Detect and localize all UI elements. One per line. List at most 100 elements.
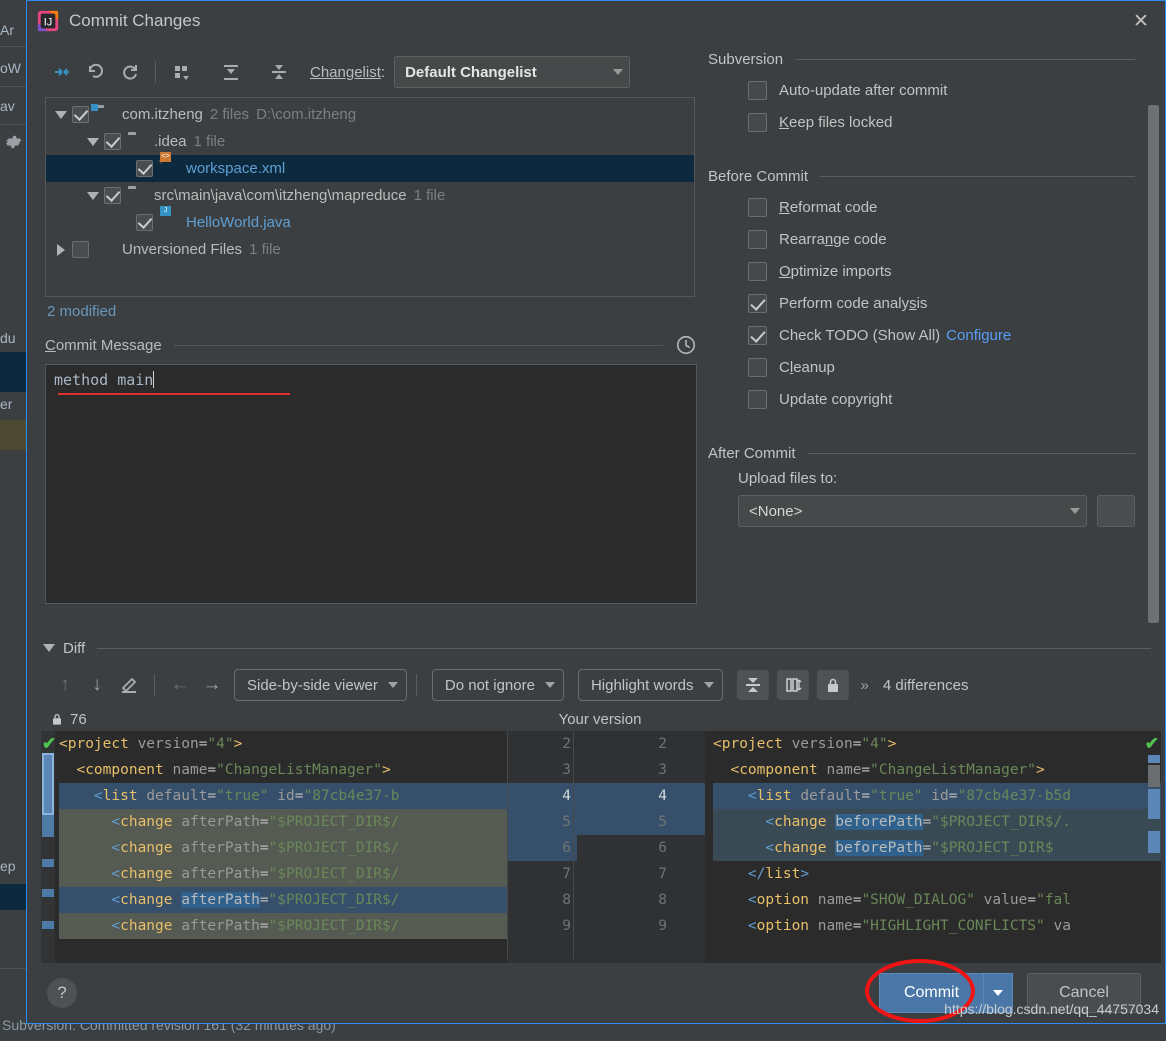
chevron-double-right-icon[interactable]: » <box>861 677 869 694</box>
tree-row-checkbox[interactable] <box>136 214 153 231</box>
divider <box>173 344 663 346</box>
changes-tree[interactable]: com.itzheng 2 files D:\com.itzheng .idea 1 f… <box>45 97 695 297</box>
ide-left-edge: Ar oW av du er ep <box>0 0 26 1041</box>
tree-row-checkbox[interactable] <box>72 241 89 258</box>
option-row[interactable]: Keep files locked <box>708 106 1135 138</box>
option-checkbox[interactable] <box>748 261 767 281</box>
arrow-down-icon[interactable]: ↓ <box>81 670 113 700</box>
option-checkbox[interactable] <box>748 197 767 217</box>
bg-highlight <box>0 352 26 392</box>
help-button[interactable]: ? <box>47 978 77 1008</box>
option-row[interactable]: Perform code analysis <box>708 287 1135 319</box>
refresh-icon[interactable] <box>113 56 147 88</box>
tree-row[interactable]: J HelloWorld.java <box>46 205 694 236</box>
commit-message-input[interactable]: method main <box>45 364 697 604</box>
collapse-all-icon[interactable] <box>262 56 296 88</box>
option-row[interactable]: Auto-update after commit <box>708 74 1135 106</box>
diff-header[interactable]: Diff <box>35 633 1165 663</box>
tree-row-label: workspace.xml <box>186 160 286 177</box>
chevron-right-icon[interactable] <box>50 239 72 261</box>
option-row[interactable]: Update copyright <box>708 383 1135 415</box>
after-commit-title: After Commit <box>708 445 796 462</box>
show-diff-icon[interactable] <box>45 56 79 88</box>
upload-config-button[interactable] <box>1096 495 1135 527</box>
diff-code-line: <list default="true" id="87cb4e37-b <box>59 783 507 809</box>
synchronize-scroll-icon[interactable] <box>776 670 809 700</box>
differences-count: 4 differences <box>882 676 969 694</box>
expand-all-icon[interactable] <box>214 56 248 88</box>
option-checkbox[interactable] <box>748 389 767 409</box>
diff-line-number: 5 <box>562 814 571 830</box>
diff-viewer[interactable]: <project version="4"> <component name="C… <box>41 731 1161 963</box>
clock-history-icon[interactable] <box>675 334 697 356</box>
red-underline-annotation <box>58 393 290 395</box>
tree-row-file-count: 1 file <box>193 133 226 150</box>
option-row[interactable]: Optimize imports <box>708 255 1135 287</box>
option-checkbox[interactable] <box>748 229 767 249</box>
diff-code-line: <change beforePath="$PROJECT_DIR$/. <box>713 809 1161 835</box>
revert-icon[interactable] <box>79 56 113 88</box>
xml-file-icon: <> <box>160 151 171 162</box>
chevron-down-icon[interactable] <box>82 185 104 207</box>
arrow-left-icon[interactable]: ← <box>164 670 196 700</box>
pencil-icon[interactable] <box>113 670 145 700</box>
diff-toolbar: ↑ ↓ ← → Side-by-side viewer Do not ignor… <box>35 663 1165 707</box>
option-checkbox[interactable] <box>748 293 767 313</box>
options-scrollbar-thumb[interactable] <box>1148 105 1159 623</box>
gear-icon[interactable] <box>2 132 22 152</box>
arrow-right-icon[interactable]: → <box>196 670 228 700</box>
bg-highlight <box>0 420 26 450</box>
chevron-down-icon[interactable] <box>50 104 72 126</box>
divider <box>795 59 1135 60</box>
diff-code-line: <option name="HIGHLIGHT_CONFLICTS" va <box>713 918 1071 934</box>
diff-code-line: <change afterPath="$PROJECT_DIR$/ <box>59 809 507 835</box>
chevron-down-icon <box>703 682 714 688</box>
diff-pane-left[interactable]: <project version="4"> <component name="C… <box>41 731 507 963</box>
diff-line-number: 6 <box>562 840 571 856</box>
option-row[interactable]: Cleanup <box>708 351 1135 383</box>
options-section: Subversion Auto-update after commit Keep f… <box>708 51 1135 138</box>
tree-row-checkbox[interactable] <box>136 160 153 177</box>
option-checkbox[interactable] <box>748 80 767 100</box>
collapse-unchanged-icon[interactable] <box>736 670 769 700</box>
tree-row[interactable]: <> workspace.xml <box>46 151 694 182</box>
diff-pane-right[interactable]: <project version="4"> <component name="C… <box>705 731 1161 963</box>
diff-line-number: 8 <box>562 892 571 908</box>
tree-row[interactable]: src\main\java\com\itzheng\mapreduce 1 fil… <box>46 182 694 209</box>
tree-row-checkbox[interactable] <box>104 187 121 204</box>
arrow-up-icon[interactable]: ↑ <box>49 670 81 700</box>
configure-link[interactable]: Configure <box>946 327 1011 344</box>
tree-row[interactable]: .idea 1 file <box>46 128 694 155</box>
group-by-icon[interactable] <box>164 56 198 88</box>
viewer-mode-dropdown[interactable]: Side-by-side viewer <box>234 669 407 701</box>
option-row[interactable]: Reformat code <box>708 191 1135 223</box>
options-scrollbar[interactable] <box>1148 73 1162 623</box>
right-version-header: Your version <box>558 710 642 728</box>
diff-code-line: <change afterPath="$PROJECT_DIR$/ <box>59 835 507 861</box>
changelist-dropdown[interactable]: Default Changelist <box>394 56 631 88</box>
option-label: Reformat code <box>779 198 878 216</box>
diff-code-line: <change beforePath="$PROJECT_DIR$ <box>713 835 1161 861</box>
tree-row-checkbox[interactable] <box>104 133 121 150</box>
lock-icon[interactable] <box>816 670 849 700</box>
option-row[interactable]: Rearrange code <box>708 223 1135 255</box>
divider <box>415 674 417 696</box>
bg-text-fragment: oW <box>0 60 21 76</box>
whitespace-dropdown[interactable]: Do not ignore <box>431 669 564 701</box>
option-checkbox[interactable] <box>748 325 767 345</box>
chevron-down-icon[interactable] <box>43 644 55 652</box>
highlight-dropdown[interactable]: Highlight words <box>577 669 723 701</box>
tree-row-checkbox[interactable] <box>72 106 89 123</box>
tree-row[interactable]: com.itzheng 2 files D:\com.itzheng <box>46 101 694 128</box>
option-checkbox[interactable] <box>748 357 767 377</box>
commit-message-value: method main <box>54 371 155 389</box>
diff-section-label: Diff <box>63 639 86 657</box>
option-row[interactable]: Check TODO (Show All) Configure <box>708 319 1135 351</box>
chevron-down-icon[interactable] <box>82 131 104 153</box>
tree-row[interactable]: Unversioned Files 1 file <box>46 236 694 263</box>
option-checkbox[interactable] <box>748 112 767 132</box>
divider <box>154 674 155 696</box>
upload-target-dropdown[interactable]: <None> <box>738 495 1087 527</box>
close-icon[interactable]: ✕ <box>1129 9 1153 33</box>
